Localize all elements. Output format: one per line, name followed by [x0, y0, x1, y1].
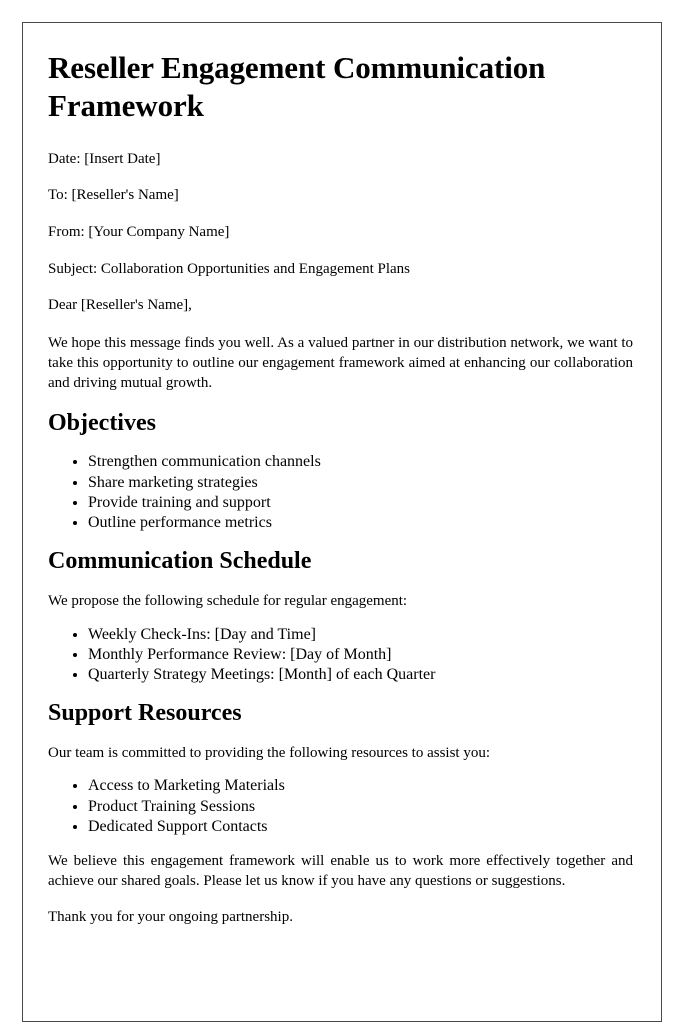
- objectives-list: Strengthen communication channels Share …: [48, 453, 633, 532]
- meta-line-to: To: [Reseller's Name]: [48, 187, 179, 204]
- section-heading-communication-schedule: Communication Schedule: [48, 548, 312, 575]
- communication-schedule-list: Weekly Check-Ins: [Day and Time] Monthly…: [48, 626, 633, 685]
- list-item: Provide training and support: [88, 494, 633, 512]
- support-resources-list: Access to Marketing Materials Product Tr…: [48, 777, 633, 836]
- list-item: Access to Marketing Materials: [88, 777, 633, 795]
- list-item: Outline performance metrics: [88, 514, 633, 532]
- list-item: Weekly Check-Ins: [Day and Time]: [88, 626, 633, 644]
- document-body: Reseller Engagement Communication Framew…: [23, 23, 661, 927]
- thanks-paragraph: Thank you for your ongoing partnership.: [48, 908, 293, 925]
- page-title: Reseller Engagement Communication Framew…: [48, 50, 546, 123]
- closing-paragraph: We believe this engagement framework wil…: [48, 853, 633, 889]
- communication-schedule-lead: We propose the following schedule for re…: [48, 593, 408, 609]
- list-item: Quarterly Strategy Meetings: [Month] of …: [88, 666, 633, 684]
- meta-line-from: From: [Your Company Name]: [48, 224, 230, 240]
- list-item: Strengthen communication channels: [88, 453, 633, 471]
- list-item: Monthly Performance Review: [Day of Mont…: [88, 646, 633, 664]
- document-page: Reseller Engagement Communication Framew…: [22, 22, 662, 1022]
- list-item: Share marketing strategies: [88, 474, 633, 492]
- list-item: Dedicated Support Contacts: [88, 818, 633, 836]
- section-heading-support-resources: Support Resources: [48, 700, 242, 727]
- meta-line-date: Date: [Insert Date]: [48, 150, 161, 167]
- intro-paragraph: We hope this message finds you well. As …: [48, 335, 633, 391]
- salutation: Dear [Reseller's Name],: [48, 297, 192, 314]
- section-heading-objectives: Objectives: [48, 409, 156, 436]
- meta-line-subject: Subject: Collaboration Opportunities and…: [48, 260, 411, 277]
- support-resources-lead: Our team is committed to providing the f…: [48, 744, 491, 761]
- list-item: Product Training Sessions: [88, 798, 633, 816]
